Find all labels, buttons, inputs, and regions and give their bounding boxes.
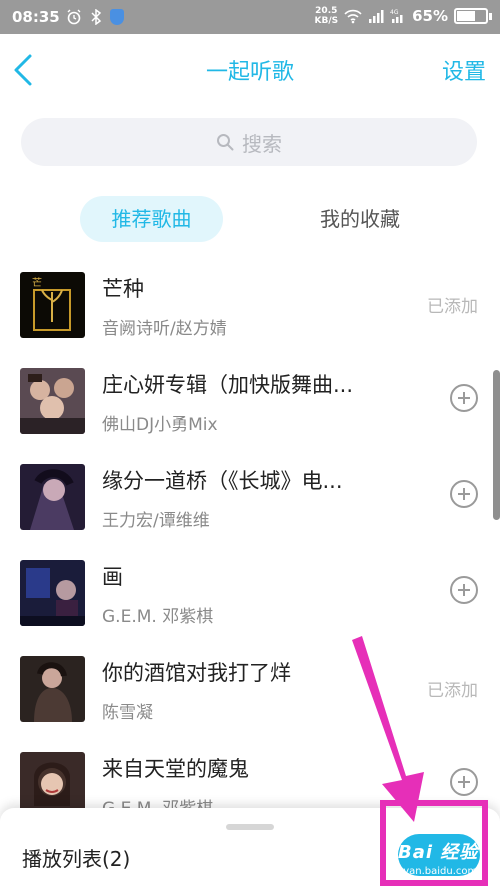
add-song-button[interactable] (450, 576, 478, 604)
page-title: 一起听歌 (205, 60, 294, 85)
list-item[interactable]: 画 G.E.M. 邓紫棋 (0, 546, 500, 642)
album-cover (20, 464, 85, 530)
song-artist: 音阙诗听/赵方婧 (102, 319, 227, 339)
album-cover (20, 560, 85, 626)
album-cover (20, 656, 85, 722)
bluetooth-icon (91, 9, 101, 25)
tab-favorites[interactable]: 我的收藏 (285, 196, 435, 242)
drag-handle[interactable] (226, 824, 274, 830)
list-item[interactable]: 芒 芒种 音阙诗听/赵方婧 已添加 (0, 258, 500, 354)
list-item[interactable]: 缘分一道桥（《长城》电... 王力宏/谭维维 (0, 450, 500, 546)
song-title: 庄心妍专辑（加快版舞曲... (102, 373, 354, 397)
annotation-highlight-box (380, 800, 488, 886)
search-input[interactable]: 搜索 (21, 118, 477, 166)
add-song-button[interactable] (450, 384, 478, 412)
network-speed: 20.5 KB/S (314, 6, 339, 26)
song-artist: 陈雪凝 (102, 703, 153, 723)
app-header: 一起听歌 设置 (0, 34, 500, 104)
song-title: 画 (102, 565, 123, 589)
svg-text:4G: 4G (390, 9, 399, 16)
song-title: 芒种 (102, 277, 144, 301)
song-artist: 佛山DJ小勇Mix (102, 415, 218, 435)
settings-button[interactable]: 设置 (442, 54, 486, 86)
signal-icon (369, 10, 384, 23)
song-title: 来自天堂的魔鬼 (102, 757, 249, 781)
song-artist: 王力宏/谭维维 (102, 511, 210, 531)
search-placeholder: 搜索 (242, 131, 282, 156)
playlist-button[interactable]: 播放列表(2) (22, 843, 130, 872)
battery-percent: 65% (412, 7, 448, 25)
tab-recommended[interactable]: 推荐歌曲 (80, 196, 223, 242)
added-label: 已添加 (427, 297, 478, 317)
add-song-button[interactable] (450, 480, 478, 508)
add-song-button[interactable] (450, 768, 478, 796)
list-item[interactable]: 庄心妍专辑（加快版舞曲... 佛山DJ小勇Mix (0, 354, 500, 450)
scrollbar[interactable] (493, 370, 500, 520)
album-cover (20, 368, 85, 434)
list-item[interactable]: 你的酒馆对我打了烊 陈雪凝 已添加 (0, 642, 500, 738)
status-bar: 08:35 20.5 KB/S 4G 65% (0, 0, 500, 34)
added-label: 已添加 (427, 681, 478, 701)
svg-text:芒: 芒 (32, 276, 42, 289)
song-artist: G.E.M. 邓紫棋 (102, 607, 214, 627)
search-icon (217, 134, 234, 151)
song-title: 缘分一道桥（《长城》电... (102, 469, 343, 493)
status-time: 08:35 (12, 8, 60, 26)
album-cover: 芒 (20, 272, 85, 338)
signal-4g-icon: 4G (390, 9, 403, 23)
battery-icon (454, 8, 492, 24)
alarm-icon (67, 9, 81, 25)
tab-bar: 推荐歌曲 我的收藏 (0, 196, 500, 244)
shield-icon (109, 9, 124, 25)
song-title: 你的酒馆对我打了烊 (102, 661, 291, 685)
wifi-icon (344, 9, 362, 24)
